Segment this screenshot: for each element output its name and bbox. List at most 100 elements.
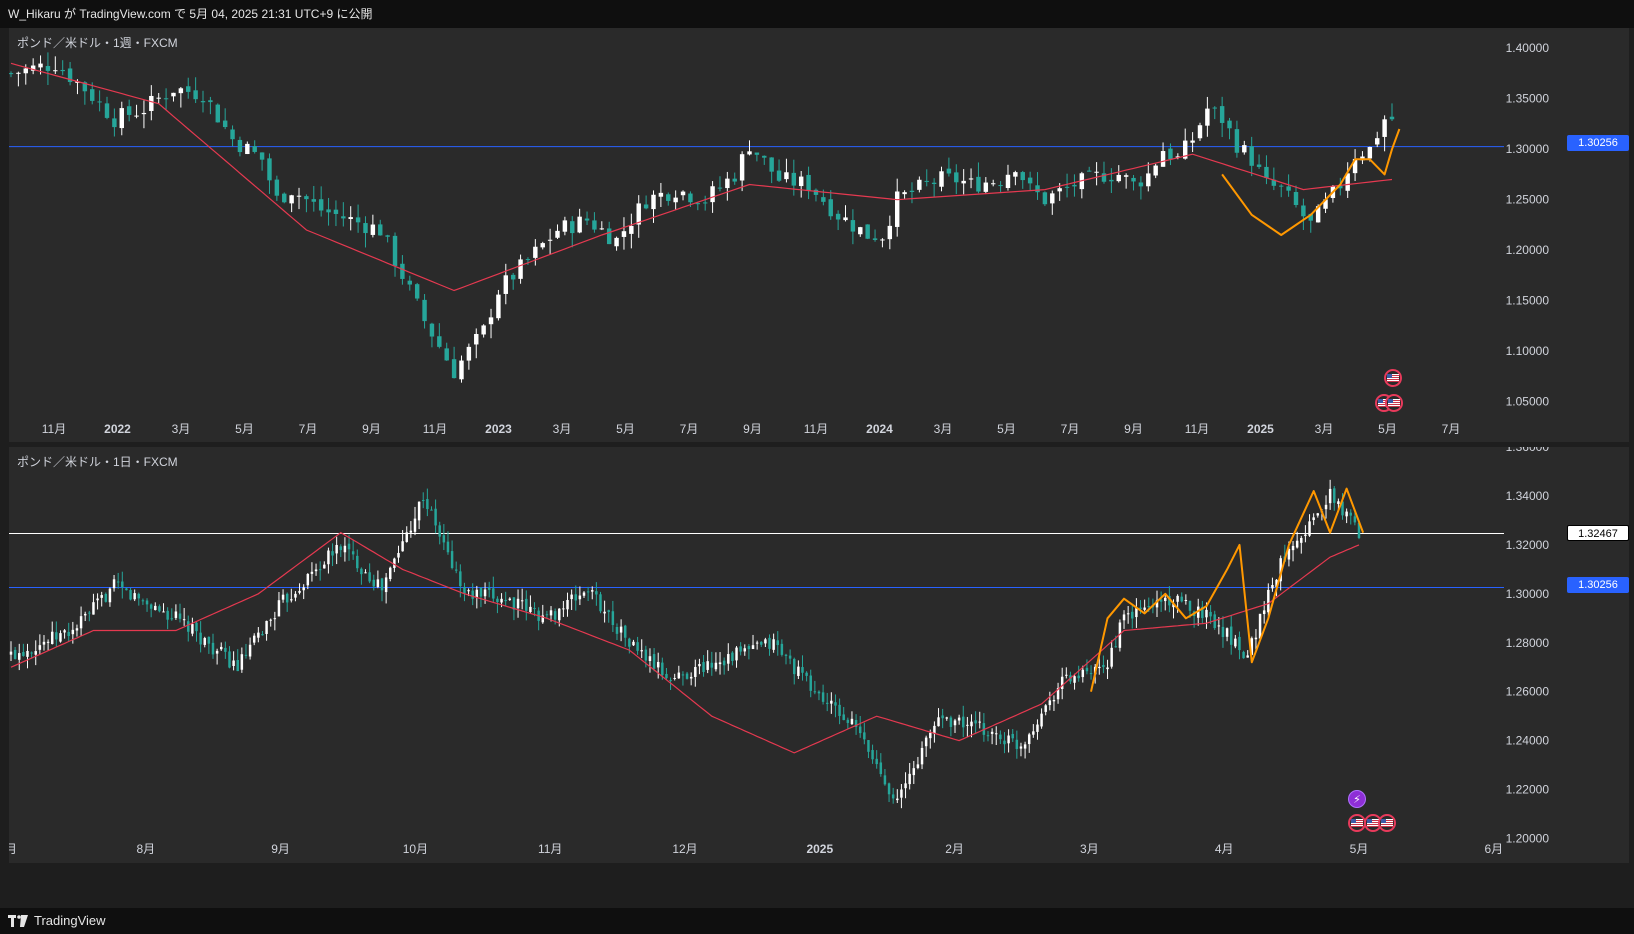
candle-body — [1279, 185, 1284, 187]
candle-body — [606, 228, 612, 245]
candle-body — [1312, 517, 1315, 521]
candle-body — [222, 120, 228, 128]
candle-body — [1267, 589, 1270, 613]
candle-body — [1098, 666, 1101, 669]
candle-body — [450, 551, 454, 568]
publish-text: W_Hikaru が TradingView.com で 5月 04, 2025… — [8, 7, 373, 21]
candle-body — [806, 174, 811, 191]
candle-body — [1040, 713, 1043, 727]
candle-body — [335, 544, 338, 554]
candle-body — [1052, 699, 1056, 702]
candle-body — [978, 721, 981, 723]
candle-body — [508, 598, 512, 600]
candle-body — [727, 654, 730, 664]
y-tick-label: 1.40000 — [1506, 41, 1550, 55]
candle-body — [314, 569, 318, 572]
candle-body — [1286, 186, 1291, 191]
candle-body — [1264, 166, 1269, 179]
x-tick-label: 7月 — [680, 422, 699, 436]
daily-chart-panel[interactable]: 1.36000 1.34000 1.32000 1.30000 1.28000 1.260… — [9, 447, 1629, 863]
candle-body — [838, 704, 841, 716]
candle-body — [1085, 667, 1089, 672]
candle-body — [310, 571, 314, 574]
candle-body — [547, 239, 553, 241]
candle-body — [570, 594, 573, 600]
candle-body — [459, 360, 464, 380]
candle-body — [825, 702, 829, 704]
candle-body — [267, 158, 272, 181]
candle-body — [156, 97, 161, 99]
candle-body — [788, 655, 792, 659]
candle-body — [500, 598, 503, 603]
x-tick-label: 3月 — [553, 422, 572, 436]
candle-body — [776, 170, 782, 181]
candle-body — [710, 186, 715, 203]
candle-body — [149, 604, 153, 609]
candle-body — [990, 183, 996, 185]
y-tick-label: 1.15000 — [1506, 294, 1550, 308]
us-flag-icon[interactable] — [1384, 369, 1402, 387]
candle-body — [422, 299, 427, 322]
y-tick-label: 1.30000 — [1506, 142, 1550, 156]
candle-body — [1036, 724, 1039, 732]
y-tick-label: 1.36000 — [1506, 447, 1550, 454]
candle-body — [59, 633, 62, 642]
candle-body — [1065, 674, 1068, 676]
weekly-chart-panel[interactable]: 1.40000 1.35000 1.30000 1.25000 1.20000 1.150… — [9, 28, 1629, 442]
candle-body — [368, 572, 371, 582]
candle-body — [764, 639, 767, 644]
candle-body — [640, 650, 643, 652]
candle-body — [688, 193, 693, 203]
candle-body — [30, 652, 33, 654]
candle-body — [178, 613, 182, 619]
candle-body — [45, 66, 51, 71]
candle-body — [685, 673, 689, 679]
candle-body — [1109, 179, 1114, 182]
candle-body — [887, 783, 891, 795]
tradingview-logo-icon[interactable] — [8, 915, 28, 927]
candle-body — [60, 69, 65, 72]
candle-body — [916, 764, 920, 768]
candle-body — [409, 530, 413, 533]
candle-body — [9, 73, 14, 75]
candle-body — [385, 235, 390, 237]
us-flag-icon[interactable] — [1378, 814, 1396, 832]
candle-body — [762, 155, 767, 158]
candle-body — [533, 607, 536, 610]
candle-body — [1143, 607, 1146, 610]
candle-body — [1102, 664, 1105, 668]
candle-body — [1389, 116, 1395, 120]
candle-body — [1072, 184, 1077, 187]
candle-body — [236, 660, 239, 672]
candle-body — [83, 613, 87, 616]
x-tick-label: 5月 — [997, 422, 1016, 436]
daily-chart-svg[interactable]: 1.36000 1.34000 1.32000 1.30000 1.28000 1.260… — [9, 447, 1629, 863]
x-tick-label: 7月 — [1061, 422, 1080, 436]
candle-body — [1262, 610, 1266, 615]
weekly-symbol-title: ポンド／米ドル・1週・FXCM — [17, 36, 178, 50]
candle-body — [174, 611, 178, 618]
candle-body — [518, 259, 523, 279]
candle-body — [302, 587, 305, 591]
candle-body — [333, 209, 339, 214]
candle-body — [1064, 186, 1070, 188]
footer-brand[interactable]: TradingView — [34, 908, 106, 934]
candle-body — [769, 157, 774, 172]
candle-body — [677, 672, 681, 679]
us-flag-icon[interactable] — [1385, 394, 1403, 412]
candle-body — [434, 508, 437, 526]
x-tick-label: 11月 — [423, 422, 447, 436]
candle-body — [1382, 119, 1387, 137]
candle-body — [261, 634, 264, 636]
candle-body — [34, 651, 37, 655]
candle-body — [53, 70, 58, 72]
candle-body — [902, 192, 907, 195]
candle-body — [1146, 173, 1151, 187]
candle-body — [289, 195, 294, 204]
lightning-icon[interactable]: ⚡ — [1348, 790, 1366, 808]
candle-body — [215, 650, 219, 654]
candle-body — [1007, 735, 1010, 744]
candle-body — [112, 118, 117, 128]
candle-body — [962, 716, 965, 728]
candle-body — [784, 654, 788, 656]
